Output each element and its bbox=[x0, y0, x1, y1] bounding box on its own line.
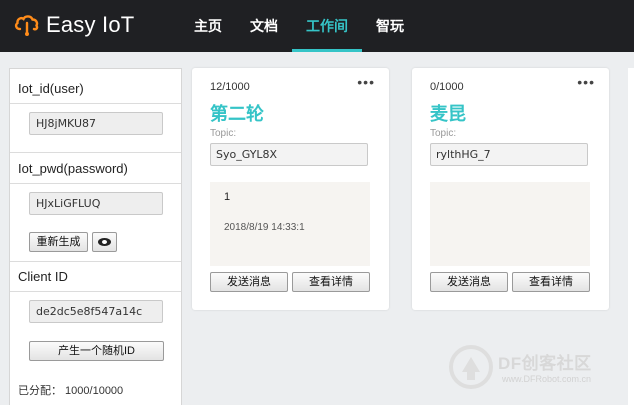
credentials-panel: Iot_id(user) HJ8jMKU87 Iot_pwd(password)… bbox=[9, 68, 182, 405]
allocation-status: 已分配： 1000/10000 bbox=[18, 385, 124, 397]
more-options-icon[interactable]: ••• bbox=[357, 74, 375, 90]
message-preview: 1 2018/8/19 14:33:1 bbox=[210, 182, 370, 266]
send-message-button[interactable]: 发送消息 bbox=[210, 272, 288, 292]
message-value: 1 bbox=[224, 191, 231, 203]
app-name: Easy IoT bbox=[46, 12, 135, 37]
regenerate-button[interactable]: 重新生成 bbox=[29, 232, 88, 252]
top-navigation-bar: Easy IoT 主页 文档 工作间 智玩 bbox=[0, 0, 634, 52]
message-count: 12/1000 bbox=[210, 81, 250, 93]
message-count: 0/1000 bbox=[430, 81, 464, 93]
client-id-field[interactable]: de2dc5e8f547a14c bbox=[29, 300, 163, 323]
eye-icon bbox=[98, 238, 111, 246]
iot-pwd-field[interactable]: HJxLiGFLUQ bbox=[29, 192, 163, 215]
watermark-url: www.DFRobot.com.cn bbox=[502, 374, 592, 384]
topic-field[interactable]: Syo_GYL8X bbox=[210, 143, 368, 166]
device-card: 12/1000 ••• 第二轮 Topic: Syo_GYL8X 1 2018/… bbox=[192, 68, 389, 310]
iot-id-field[interactable]: HJ8jMKU87 bbox=[29, 112, 163, 135]
cloud-icon bbox=[14, 15, 39, 36]
app-logo[interactable]: Easy IoT bbox=[14, 12, 134, 38]
topic-label: Topic: bbox=[210, 128, 237, 139]
nav-play[interactable]: 智玩 bbox=[362, 0, 418, 52]
send-message-button[interactable]: 发送消息 bbox=[430, 272, 508, 292]
device-card: 0/1000 ••• 麦昆 Topic: rylthHG_7 发送消息 查看详情 bbox=[412, 68, 609, 310]
next-card-edge bbox=[628, 68, 634, 405]
topic-label: Topic: bbox=[430, 128, 457, 139]
divider bbox=[10, 183, 181, 184]
device-name: 麦昆 bbox=[430, 104, 466, 124]
view-details-button[interactable]: 查看详情 bbox=[512, 272, 590, 292]
dfrobot-logo-icon bbox=[449, 345, 493, 389]
device-name: 第二轮 bbox=[210, 104, 264, 124]
iot-id-label: Iot_id(user) bbox=[18, 81, 84, 96]
divider bbox=[10, 291, 181, 292]
nav-home[interactable]: 主页 bbox=[180, 0, 236, 52]
topic-field[interactable]: rylthHG_7 bbox=[430, 143, 588, 166]
nav-docs[interactable]: 文档 bbox=[236, 0, 292, 52]
main-nav: 主页 文档 工作间 智玩 bbox=[180, 0, 418, 52]
more-options-icon[interactable]: ••• bbox=[577, 74, 595, 90]
client-id-label: Client ID bbox=[18, 269, 68, 284]
divider bbox=[10, 103, 181, 104]
watermark-title: DF创客社区 bbox=[498, 354, 592, 373]
divider bbox=[10, 152, 181, 153]
message-time: 2018/8/19 14:33:1 bbox=[224, 222, 305, 233]
show-password-button[interactable] bbox=[92, 232, 117, 252]
iot-pwd-label: Iot_pwd(password) bbox=[18, 161, 128, 176]
view-details-button[interactable]: 查看详情 bbox=[292, 272, 370, 292]
nav-workspace[interactable]: 工作间 bbox=[292, 0, 362, 52]
random-id-button[interactable]: 产生一个随机ID bbox=[29, 341, 164, 361]
divider bbox=[10, 261, 181, 262]
message-preview bbox=[430, 182, 590, 266]
